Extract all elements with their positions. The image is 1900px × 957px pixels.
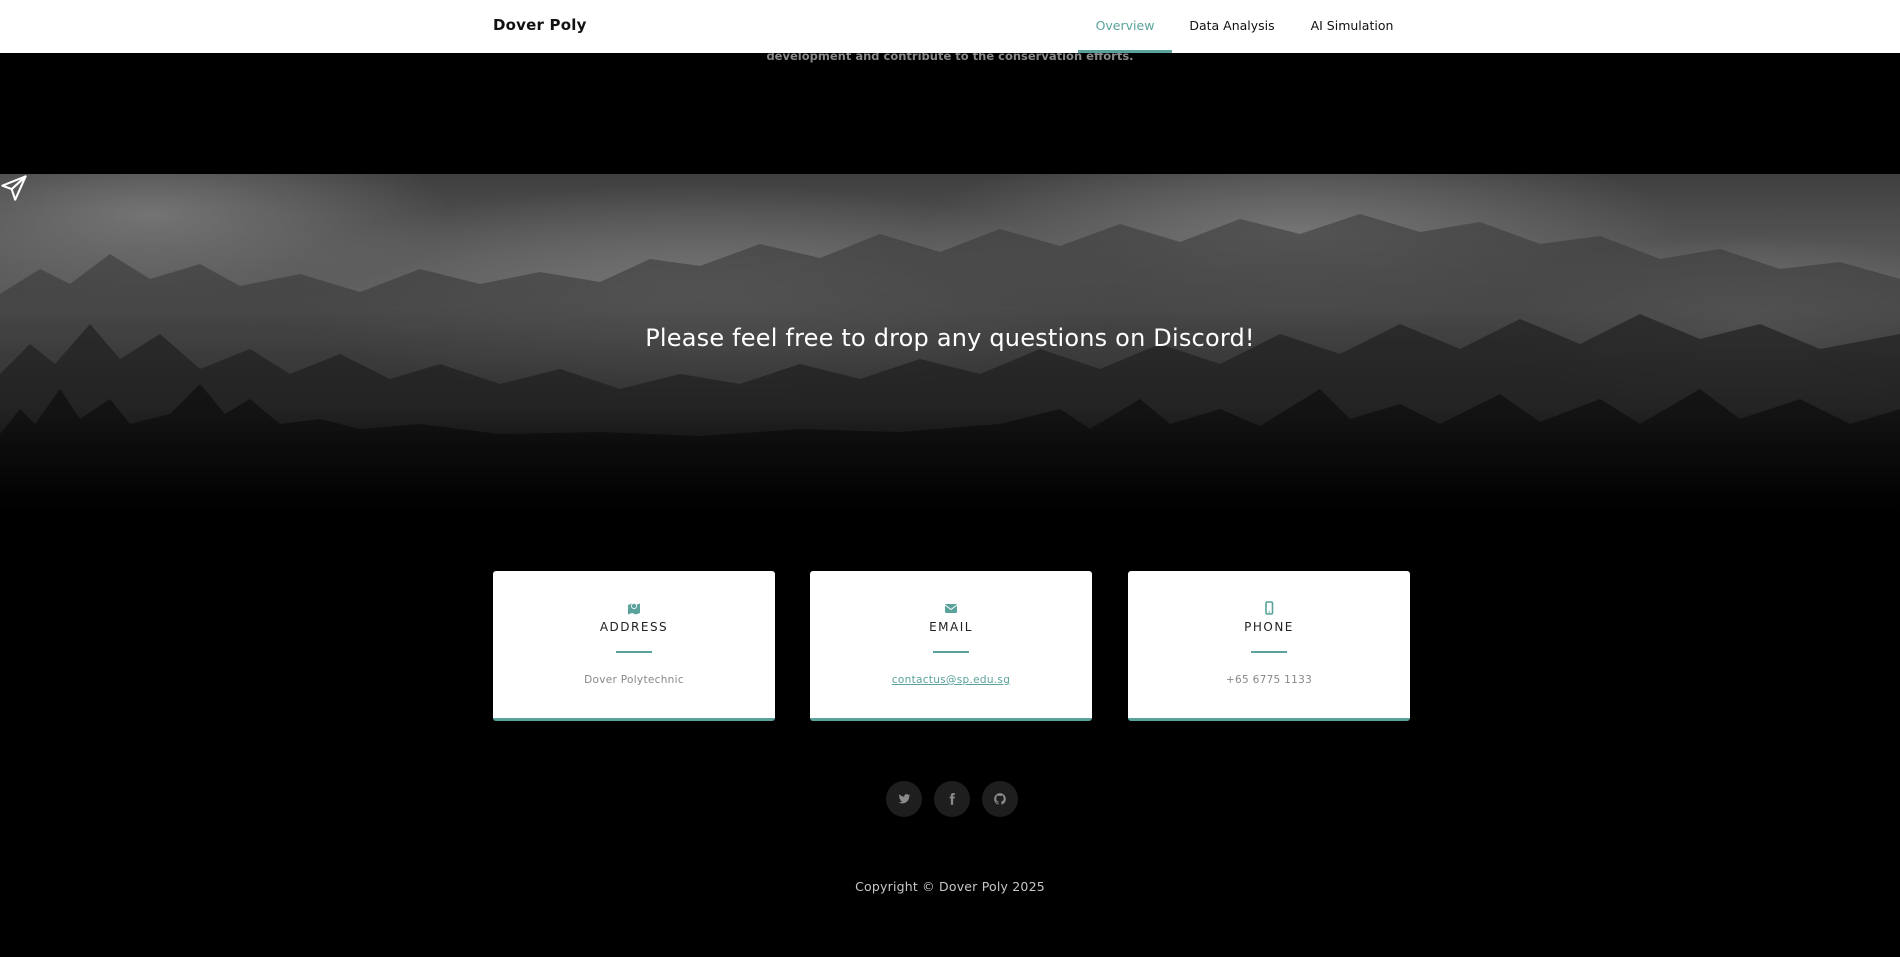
banner-title: Please feel free to drop any questions o… bbox=[645, 324, 1255, 352]
copyright-text: Copyright © Dover Poly 2025 bbox=[855, 879, 1045, 894]
facebook-icon bbox=[949, 793, 955, 805]
navbar: Dover Poly Overview Data Analysis AI Sim… bbox=[0, 0, 1900, 53]
phone-title: PHONE bbox=[1244, 620, 1294, 634]
card-divider bbox=[1251, 651, 1287, 653]
email-card: EMAIL contactus@sp.edu.sg bbox=[810, 571, 1092, 721]
nav-link-data-analysis[interactable]: Data Analysis bbox=[1180, 0, 1284, 53]
email-link[interactable]: contactus@sp.edu.sg bbox=[810, 674, 1092, 686]
github-icon bbox=[994, 793, 1006, 805]
envelope-icon bbox=[944, 604, 958, 613]
forest-banner: Please feel free to drop any questions o… bbox=[0, 174, 1900, 511]
card-divider bbox=[616, 651, 652, 653]
brand-logo[interactable]: Dover Poly bbox=[493, 16, 587, 34]
twitter-icon bbox=[898, 794, 911, 804]
card-divider bbox=[933, 651, 969, 653]
phone-value: +65 6775 1133 bbox=[1225, 674, 1313, 686]
map-icon bbox=[628, 603, 640, 615]
email-title: EMAIL bbox=[929, 620, 973, 634]
address-card: ADDRESS Dover Polytechnic bbox=[493, 571, 775, 721]
address-title: ADDRESS bbox=[599, 620, 669, 634]
mobile-icon bbox=[1265, 601, 1274, 615]
paper-plane-icon bbox=[1, 175, 27, 201]
nav-link-overview[interactable]: Overview bbox=[1078, 0, 1172, 53]
github-button[interactable] bbox=[982, 781, 1018, 817]
address-value: Dover Polytechnic bbox=[584, 674, 684, 686]
facebook-button[interactable] bbox=[934, 781, 970, 817]
twitter-button[interactable] bbox=[886, 781, 922, 817]
nav-link-ai-simulation[interactable]: AI Simulation bbox=[1300, 0, 1404, 53]
phone-card: PHONE +65 6775 1133 bbox=[1128, 571, 1410, 721]
